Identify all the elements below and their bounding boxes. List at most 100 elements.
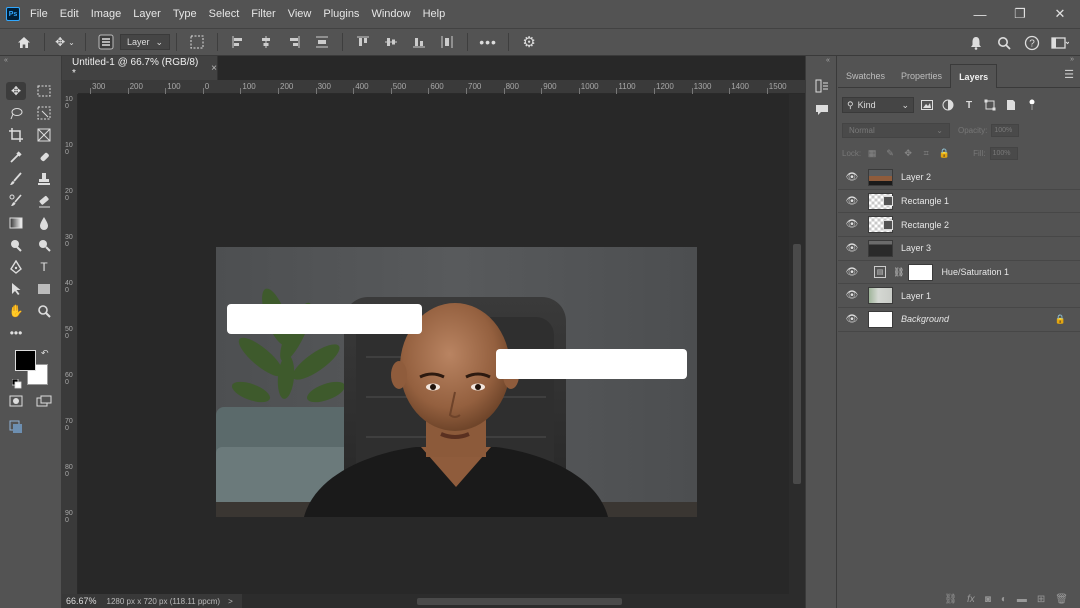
layer-name[interactable]: Hue/Saturation 1 — [941, 267, 1009, 277]
menu-filter[interactable]: Filter — [251, 8, 275, 20]
menu-select[interactable]: Select — [209, 8, 240, 20]
menu-edit[interactable]: Edit — [60, 8, 79, 20]
gradient-tool-icon[interactable] — [6, 214, 26, 232]
eye-icon[interactable]: 👁 — [838, 290, 866, 301]
delete-layer-icon[interactable]: 🗑 — [1055, 594, 1068, 605]
gear-icon[interactable]: ⚙ — [519, 32, 539, 52]
search-icon[interactable] — [994, 33, 1014, 53]
type-filter-icon[interactable]: T — [961, 97, 977, 113]
auto-select-dropdown[interactable]: Layer ⌄ — [120, 34, 171, 50]
help-icon[interactable]: ? — [1022, 33, 1042, 53]
document-tab[interactable]: Untitled-1 @ 66.7% (RGB/8) * × — [62, 56, 218, 80]
minimize-button[interactable]: — — [960, 0, 1000, 28]
menu-view[interactable]: View — [288, 8, 312, 20]
transform-controls-icon[interactable] — [187, 32, 207, 52]
path-selection-tool-icon[interactable] — [6, 280, 26, 298]
cloud-documents-icon[interactable] — [6, 418, 26, 436]
zoom-tool-icon[interactable] — [34, 302, 54, 320]
eye-icon[interactable]: 👁 — [838, 219, 866, 230]
object-selection-tool-icon[interactable] — [34, 104, 54, 122]
lock-pixels-icon[interactable]: ✎ — [883, 146, 897, 160]
swap-colors-icon[interactable]: ↶ — [41, 348, 49, 359]
burn-tool-icon[interactable] — [34, 236, 54, 254]
smart-object-filter-icon[interactable] — [1003, 97, 1019, 113]
dodge-tool-icon[interactable] — [6, 236, 26, 254]
tab-layers[interactable]: Layers — [950, 64, 998, 88]
vertical-ruler[interactable]: 100 100 200 300 400 500 600 700 800 900 — [62, 94, 78, 594]
new-group-icon[interactable]: ▬ — [1017, 594, 1027, 605]
restore-button[interactable]: ❐ — [1000, 0, 1040, 28]
bell-icon[interactable] — [966, 33, 986, 53]
pixel-filter-icon[interactable] — [919, 97, 935, 113]
comments-panel-icon[interactable] — [814, 102, 830, 118]
edit-toolbar-icon[interactable]: ••• — [6, 324, 26, 342]
scrollbar-thumb[interactable] — [417, 598, 622, 605]
white-rectangle-1[interactable] — [227, 304, 422, 334]
screen-mode-icon[interactable] — [34, 392, 54, 410]
foreground-color-swatch[interactable] — [15, 350, 36, 371]
pen-tool-icon[interactable] — [6, 258, 26, 276]
eye-icon[interactable]: 👁 — [838, 172, 866, 183]
move-tool-icon[interactable]: ✥ ⌄ — [55, 32, 75, 52]
horizontal-scrollbar[interactable] — [242, 594, 805, 608]
layer-row[interactable]: 👁 Layer 2 — [838, 166, 1080, 190]
tab-properties[interactable]: Properties — [893, 64, 950, 88]
eye-icon[interactable]: 👁 — [838, 243, 866, 254]
shape-filter-icon[interactable] — [982, 97, 998, 113]
status-menu-icon[interactable]: > — [228, 597, 233, 606]
lock-position-icon[interactable]: ✥ — [901, 146, 915, 160]
new-layer-icon[interactable]: ⊞ — [1037, 594, 1045, 605]
align-left-icon[interactable] — [228, 32, 248, 52]
link-layers-icon[interactable]: ⛓ — [944, 594, 957, 605]
align-top-icon[interactable] — [353, 32, 373, 52]
menu-plugins[interactable]: Plugins — [323, 8, 359, 20]
menu-layer[interactable]: Layer — [133, 8, 161, 20]
layer-row[interactable]: 👁 Rectangle 2 — [838, 213, 1080, 238]
layer-row[interactable]: 👁 Rectangle 1 — [838, 190, 1080, 214]
menu-window[interactable]: Window — [371, 8, 410, 20]
move-tool-icon[interactable]: ✥ — [6, 82, 26, 100]
hand-tool-icon[interactable]: ✋ — [6, 302, 26, 320]
more-options-icon[interactable]: ••• — [478, 32, 498, 52]
canvas-image[interactable] — [216, 247, 697, 517]
eraser-tool-icon[interactable] — [34, 192, 54, 210]
lock-transparent-icon[interactable]: ▦ — [865, 146, 879, 160]
zoom-level[interactable]: 66.67% — [62, 596, 101, 606]
pasteboard[interactable] — [78, 94, 789, 594]
menu-file[interactable]: File — [30, 8, 48, 20]
eye-icon[interactable]: 👁 — [838, 196, 866, 207]
panel-menu-icon[interactable]: ☰ — [1064, 68, 1074, 81]
layer-row[interactable]: 👁 Background 🔒 — [838, 308, 1080, 332]
blend-mode-dropdown[interactable]: Normal ⌄ — [842, 122, 950, 138]
distribute-icon[interactable] — [312, 32, 332, 52]
expand-panels-icon[interactable]: « — [826, 57, 830, 64]
eye-icon[interactable]: 👁 — [838, 314, 866, 325]
lasso-tool-icon[interactable] — [6, 104, 26, 122]
menu-help[interactable]: Help — [423, 8, 446, 20]
marquee-tool-icon[interactable] — [34, 82, 54, 100]
brush-tool-icon[interactable] — [6, 170, 26, 188]
fill-field[interactable]: 100% — [989, 146, 1018, 160]
layer-name[interactable]: Layer 1 — [901, 291, 931, 301]
layer-name[interactable]: Background — [901, 314, 949, 324]
history-brush-tool-icon[interactable] — [6, 192, 26, 210]
new-adjustment-layer-icon[interactable]: ◐ — [1001, 594, 1007, 605]
eye-icon[interactable]: 👁 — [838, 267, 866, 278]
eyedropper-tool-icon[interactable] — [6, 148, 26, 166]
type-tool-icon[interactable]: T — [34, 258, 54, 276]
white-rectangle-2[interactable] — [496, 349, 687, 379]
frame-tool-icon[interactable] — [34, 126, 54, 144]
home-icon[interactable] — [14, 32, 34, 52]
history-panel-icon[interactable] — [814, 78, 830, 94]
lock-artboard-icon[interactable]: ⌗ — [919, 146, 933, 160]
quick-mask-icon[interactable] — [6, 392, 26, 410]
layer-style-icon[interactable]: fx — [967, 594, 975, 605]
lock-all-icon[interactable]: 🔒 — [937, 146, 951, 160]
blur-tool-icon[interactable] — [34, 214, 54, 232]
menu-type[interactable]: Type — [173, 8, 197, 20]
spot-healing-tool-icon[interactable] — [34, 148, 54, 166]
distribute-vertical-icon[interactable] — [437, 32, 457, 52]
align-bottom-icon[interactable] — [409, 32, 429, 52]
kind-filter-dropdown[interactable]: ⚲ Kind ⌄ — [842, 97, 914, 113]
scrollbar-thumb[interactable] — [793, 244, 801, 484]
